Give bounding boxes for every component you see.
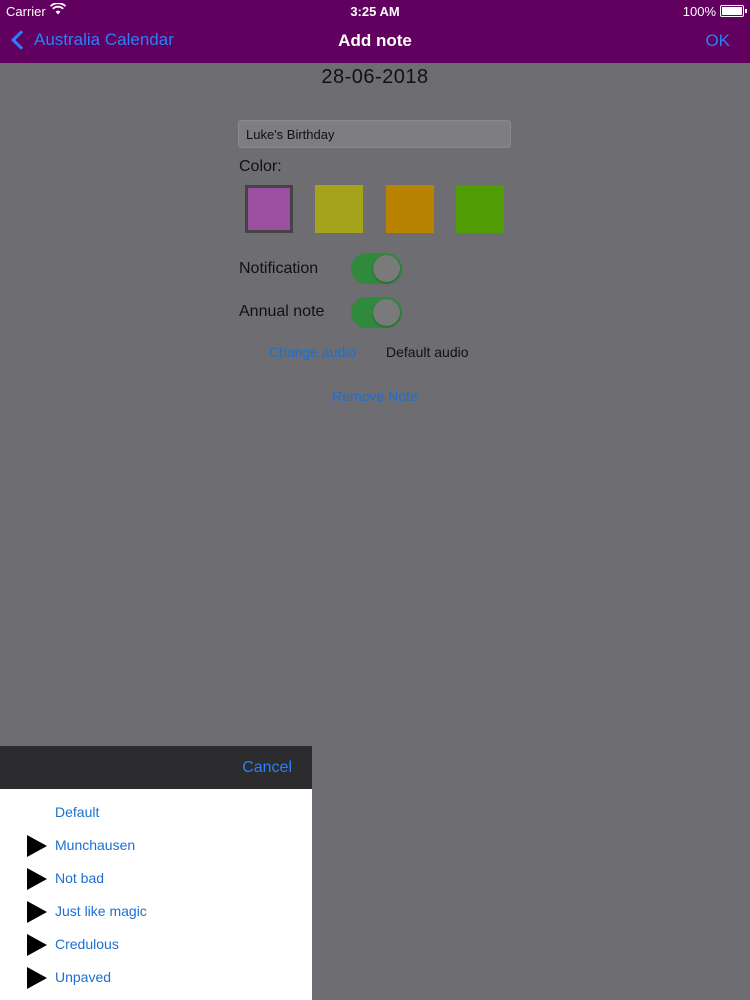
audio-option-just-like-magic[interactable]: Just like magic [0,895,312,928]
play-icon[interactable] [27,868,47,890]
audio-value: Default audio [386,344,469,360]
annual-note-toggle[interactable] [351,297,402,328]
color-swatch-purple[interactable] [245,185,293,233]
audio-picker-sheet: Cancel Default Munchausen Not bad Just l… [0,746,312,1000]
page-title: Add note [338,31,412,50]
audio-option-credulous[interactable]: Credulous [0,928,312,961]
play-icon[interactable] [27,967,47,989]
status-bar: Carrier 3:25 AM 100% [0,0,750,22]
color-swatch-green[interactable] [456,185,504,233]
note-date: 28-06-2018 [321,66,429,88]
color-swatch-orange[interactable] [386,185,434,233]
audio-options-list: Default Munchausen Not bad Just like mag… [0,789,312,1000]
ok-button[interactable]: OK [705,31,730,51]
play-icon[interactable] [27,835,47,857]
audio-option-unpaved[interactable]: Unpaved [0,961,312,994]
battery-percentage: 100% [682,4,716,19]
audio-option-label: Not bad [55,870,105,886]
notification-toggle[interactable] [351,253,402,284]
play-icon[interactable] [27,901,47,923]
color-swatch-yellow[interactable] [315,185,363,233]
audio-option-label: Credulous [55,936,119,952]
annual-note-label: Annual note [239,303,325,320]
audio-option-label: Just like magic [55,903,147,919]
change-audio-button[interactable]: Change audio [269,344,356,360]
audio-option-label: Default [55,804,100,820]
clock: 3:25 AM [350,4,400,19]
audio-option-munchausen[interactable]: Munchausen [0,829,312,862]
sheet-header: Cancel [0,746,312,789]
audio-option-default[interactable]: Default [0,796,312,829]
color-label: Color: [239,158,282,175]
remove-note-button[interactable]: Remove Note [0,388,750,404]
play-icon[interactable] [27,934,47,956]
navigation-bar: Carrier 3:25 AM 100% Australia Calendar … [0,0,750,63]
audio-option-not-bad[interactable]: Not bad [0,862,312,895]
notification-label: Notification [239,260,319,277]
note-title-input[interactable] [238,120,511,148]
battery-icon [720,5,747,17]
audio-option-label: Munchausen [55,837,136,853]
cancel-button[interactable]: Cancel [242,759,292,777]
audio-option-label: Unpaved [55,969,112,985]
